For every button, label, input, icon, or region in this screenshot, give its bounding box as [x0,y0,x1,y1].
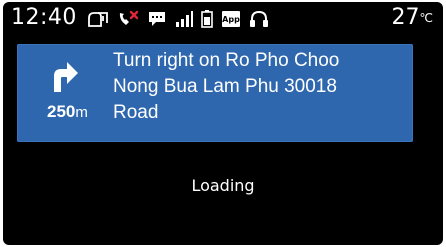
phone-missed-icon [119,10,139,25]
navigation-instruction-card[interactable]: 250m Turn right on Ro Pho Choo Nong Bua … [17,44,413,142]
temperature-readout: 27℃ [392,4,433,32]
distance-unit: m [75,104,88,121]
distance-value: 250 [47,102,76,121]
battery-icon [201,10,213,28]
head-unit-screen: 12:40 App 27℃ 250m Turn right on Ro Pho … [3,2,443,245]
headphones-icon [250,10,268,27]
turn-instruction: Turn right on Ro Pho Choo Nong Bua Lam P… [113,50,340,123]
message-icon [149,12,165,26]
temperature-unit: ℃ [419,11,433,25]
status-icons: App [87,10,269,28]
app-icon: App [222,11,240,27]
distance-to-turn: 250m [47,102,88,122]
temperature-value: 27 [391,5,420,30]
clock: 12:40 [11,5,77,30]
signal-icon [176,11,193,27]
loading-status: Loading [191,176,255,195]
app-badge-text: App [222,15,240,24]
notification-icon [88,12,108,27]
turn-right-arrow-icon [54,62,78,92]
status-bar: 12:40 App 27℃ [3,2,443,34]
